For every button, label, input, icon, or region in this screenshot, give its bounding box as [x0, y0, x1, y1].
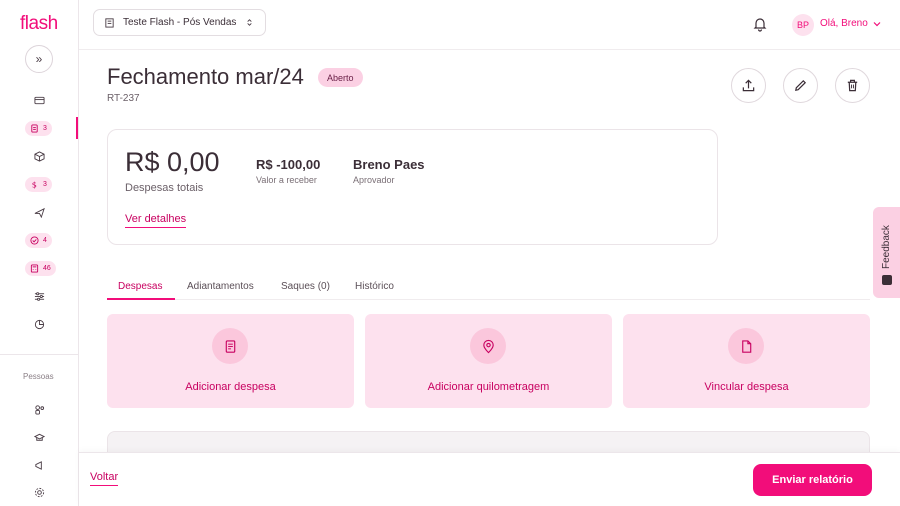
feedback-label: Feedback: [881, 225, 892, 269]
sidebar-active-indicator: [76, 117, 78, 139]
sidebar-item-wallet[interactable]: [0, 89, 79, 111]
avatar[interactable]: BP: [792, 14, 814, 36]
sliders-icon: [34, 291, 45, 301]
receipt-icon: [225, 339, 235, 353]
sidebar-item-payments[interactable]: $ 3: [0, 173, 79, 195]
expand-sidebar-button[interactable]: »: [25, 45, 53, 73]
chevrons-right-icon: »: [35, 52, 43, 66]
sidebar-item-settings-sliders[interactable]: [0, 285, 79, 307]
back-button[interactable]: Voltar: [90, 471, 119, 486]
topbar: Teste Flash - Pós Vendas BP Olá, Breno: [79, 0, 900, 50]
graduation-icon: [34, 433, 45, 441]
sidebar-item-box[interactable]: [0, 145, 79, 167]
nav-badge-pill: 4: [25, 232, 52, 248]
edit-button[interactable]: [783, 68, 818, 103]
receivable-label: Valor a receber: [256, 175, 317, 185]
tab-history[interactable]: Histórico: [355, 281, 394, 292]
tab-expenses[interactable]: Despesas: [118, 281, 162, 292]
user-menu[interactable]: Olá, Breno: [820, 18, 882, 29]
check-circle-icon: [30, 235, 39, 245]
total-expenses-value: R$ 0,00: [125, 147, 220, 177]
sidebar-item-accounting[interactable]: 46: [0, 257, 79, 279]
summary-card: R$ 0,00 Despesas totais R$ -100,00 Valor…: [107, 129, 718, 245]
nav-badge-pill: $ 3: [25, 176, 52, 192]
tab-advances[interactable]: Adiantamentos: [187, 281, 254, 292]
sidebar-item-expenses[interactable]: 3: [0, 117, 79, 139]
trash-icon: [847, 79, 858, 92]
sidebar-section-label: Pessoas: [23, 372, 54, 381]
tabs-divider: [107, 299, 870, 300]
nav-badge-count: 4: [43, 236, 47, 244]
wallet-icon: [34, 96, 45, 104]
pencil-icon: [795, 79, 807, 91]
sidebar-item-learning[interactable]: [0, 426, 79, 448]
footer-bar: Voltar Enviar relatório: [79, 452, 900, 506]
link-expense-label: Vincular despesa: [704, 381, 789, 393]
delete-button[interactable]: [835, 68, 870, 103]
active-tab-indicator: [107, 298, 175, 300]
people-icon: [35, 404, 45, 415]
nav-badge-pill: 46: [25, 260, 56, 276]
sidebar: flash » 3 $ 3 4 46 Pessoas: [0, 0, 79, 506]
card-icon-circle: [470, 328, 506, 364]
nav-badge-count: 46: [43, 264, 51, 272]
company-selector[interactable]: Teste Flash - Pós Vendas: [93, 9, 267, 36]
submit-report-button[interactable]: Enviar relatório: [753, 464, 872, 496]
building-icon: [105, 18, 114, 28]
add-mileage-card[interactable]: Adicionar quilometragem: [365, 314, 612, 408]
map-pin-icon: [482, 339, 494, 353]
add-expense-card[interactable]: Adicionar despesa: [107, 314, 354, 408]
nav-badge-count: 3: [43, 124, 47, 132]
sidebar-item-settings[interactable]: [0, 481, 79, 503]
dollar-icon: $: [32, 180, 37, 189]
sidebar-item-reports[interactable]: [0, 313, 79, 335]
box-icon: [34, 150, 45, 162]
sidebar-item-engagement[interactable]: [0, 454, 79, 476]
sidebar-divider: [0, 354, 79, 355]
see-details-link[interactable]: Ver detalhes: [125, 213, 187, 228]
sidebar-item-travel[interactable]: [0, 201, 79, 223]
gear-icon: [34, 487, 45, 497]
receipt-icon: [31, 123, 38, 133]
card-icon-circle: [212, 328, 248, 364]
document-icon: [741, 339, 751, 353]
upload-icon: [742, 79, 755, 92]
add-expense-label: Adicionar despesa: [185, 381, 276, 393]
receivable-value: R$ -100,00: [256, 157, 321, 172]
sidebar-item-approvals[interactable]: 4: [0, 229, 79, 251]
pie-chart-icon: [34, 319, 45, 329]
approver-label: Aprovador: [353, 175, 395, 185]
user-greeting: Olá, Breno: [820, 18, 868, 29]
bell-icon[interactable]: [752, 16, 768, 32]
calculator-icon: [30, 263, 39, 273]
company-name: Teste Flash - Pós Vendas: [123, 17, 237, 28]
nav-badge-count: 3: [43, 180, 47, 188]
chevron-down-icon: [873, 21, 881, 26]
page-title: Fechamento mar/24: [107, 64, 304, 89]
export-button[interactable]: [731, 68, 766, 103]
plane-icon: [34, 207, 45, 218]
megaphone-icon: [35, 460, 42, 470]
link-expense-card[interactable]: Vincular despesa: [623, 314, 870, 408]
svg-text:$: $: [32, 180, 37, 189]
sidebar-item-people[interactable]: [0, 398, 79, 420]
add-mileage-label: Adicionar quilometragem: [427, 381, 550, 393]
approver-value: Breno Paes: [353, 157, 425, 172]
total-expenses-label: Despesas totais: [125, 182, 204, 194]
chevron-updown-icon: [247, 19, 253, 26]
nav-badge-pill: 3: [25, 120, 52, 136]
feedback-icon: [882, 275, 892, 285]
card-icon-circle: [728, 328, 764, 364]
feedback-button[interactable]: Feedback: [873, 207, 900, 298]
tab-withdrawals[interactable]: Saques (0): [281, 281, 330, 292]
status-badge: Aberto: [318, 68, 363, 87]
report-code: RT-237: [107, 93, 140, 104]
flash-logo[interactable]: flash: [20, 13, 58, 35]
